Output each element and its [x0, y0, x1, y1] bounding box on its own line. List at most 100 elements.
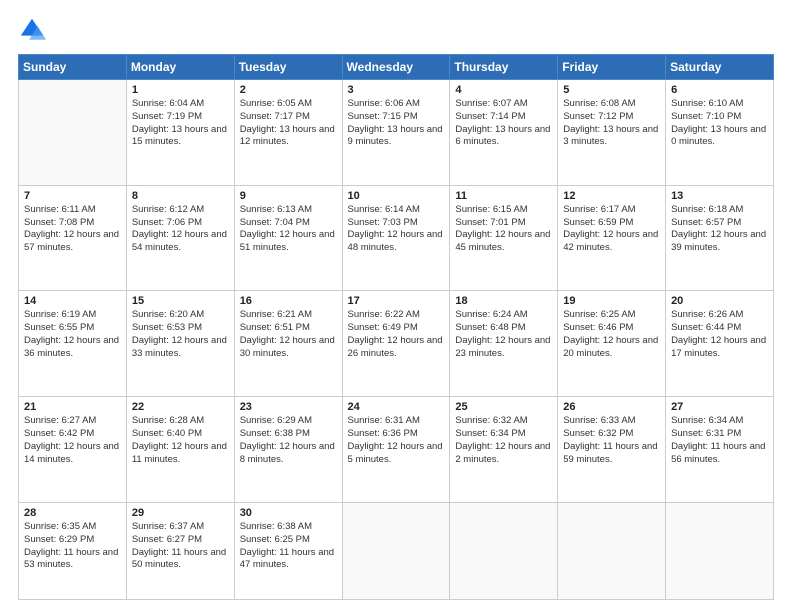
- calendar-cell: 25 Sunrise: 6:32 AM Sunset: 6:34 PM Dayli…: [450, 397, 558, 503]
- calendar-cell: 20 Sunrise: 6:26 AM Sunset: 6:44 PM Dayli…: [666, 291, 774, 397]
- col-tuesday: Tuesday: [234, 55, 342, 80]
- day-info: Sunrise: 6:37 AM Sunset: 6:27 PM Dayligh…: [132, 521, 229, 572]
- calendar-cell: 13Sunrise: 6:18 AM Sunset: 6:57 PM Dayli…: [666, 185, 774, 291]
- day-number: 24: [348, 401, 445, 413]
- header: [18, 16, 774, 44]
- calendar-cell: 18Sunrise: 6:24 AM Sunset: 6:48 PM Dayli…: [450, 291, 558, 397]
- day-number: 5: [563, 84, 660, 96]
- day-info: Sunrise: 6:22 AM Sunset: 6:49 PM Dayligh…: [348, 309, 445, 360]
- calendar-cell: 24Sunrise: 6:31 AM Sunset: 6:36 PM Dayli…: [342, 397, 450, 503]
- calendar-cell: 21 Sunrise: 6:27 AM Sunset: 6:42 PM Dayli…: [19, 397, 127, 503]
- calendar-cell: 26Sunrise: 6:33 AM Sunset: 6:32 PM Dayli…: [558, 397, 666, 503]
- day-number: 14: [24, 295, 121, 307]
- day-number: 15: [132, 295, 229, 307]
- day-info: Sunrise: 6:32 AM Sunset: 6:34 PM Dayligh…: [455, 415, 552, 466]
- day-number: 23: [240, 401, 337, 413]
- calendar-week-row: 14 Sunrise: 6:19 AM Sunset: 6:55 PM Dayli…: [19, 291, 774, 397]
- day-info: Sunrise: 6:27 AM Sunset: 6:42 PM Dayligh…: [24, 415, 121, 466]
- day-info: Sunrise: 6:10 AM Sunset: 7:10 PM Dayligh…: [671, 98, 768, 149]
- day-number: 29: [132, 507, 229, 519]
- calendar-cell: 28 Sunrise: 6:35 AM Sunset: 6:29 PM Dayli…: [19, 502, 127, 599]
- day-number: 6: [671, 84, 768, 96]
- calendar-header-row: Sunday Monday Tuesday Wednesday Thursday…: [19, 55, 774, 80]
- day-number: 26: [563, 401, 660, 413]
- calendar-cell: 14 Sunrise: 6:19 AM Sunset: 6:55 PM Dayli…: [19, 291, 127, 397]
- calendar-cell: [342, 502, 450, 599]
- day-number: 16: [240, 295, 337, 307]
- day-info: Sunrise: 6:04 AM Sunset: 7:19 PM Dayligh…: [132, 98, 229, 149]
- day-number: 17: [348, 295, 445, 307]
- day-info: Sunrise: 6:17 AM Sunset: 6:59 PM Dayligh…: [563, 204, 660, 255]
- day-number: 19: [563, 295, 660, 307]
- logo: [18, 16, 50, 44]
- day-info: Sunrise: 6:12 AM Sunset: 7:06 PM Dayligh…: [132, 204, 229, 255]
- calendar-cell: 9Sunrise: 6:13 AM Sunset: 7:04 PM Daylig…: [234, 185, 342, 291]
- day-info: Sunrise: 6:21 AM Sunset: 6:51 PM Dayligh…: [240, 309, 337, 360]
- calendar-cell: 23 Sunrise: 6:29 AM Sunset: 6:38 PM Dayli…: [234, 397, 342, 503]
- col-friday: Friday: [558, 55, 666, 80]
- day-number: 3: [348, 84, 445, 96]
- calendar-cell: 12 Sunrise: 6:17 AM Sunset: 6:59 PM Dayli…: [558, 185, 666, 291]
- col-thursday: Thursday: [450, 55, 558, 80]
- calendar-week-row: 21 Sunrise: 6:27 AM Sunset: 6:42 PM Dayli…: [19, 397, 774, 503]
- calendar-week-row: 1 Sunrise: 6:04 AM Sunset: 7:19 PM Daylig…: [19, 80, 774, 186]
- day-info: Sunrise: 6:38 AM Sunset: 6:25 PM Dayligh…: [240, 521, 337, 572]
- calendar-table: Sunday Monday Tuesday Wednesday Thursday…: [18, 54, 774, 600]
- day-info: Sunrise: 6:11 AM Sunset: 7:08 PM Dayligh…: [24, 204, 121, 255]
- day-info: Sunrise: 6:29 AM Sunset: 6:38 PM Dayligh…: [240, 415, 337, 466]
- day-number: 22: [132, 401, 229, 413]
- day-number: 4: [455, 84, 552, 96]
- day-info: Sunrise: 6:15 AM Sunset: 7:01 PM Dayligh…: [455, 204, 552, 255]
- col-monday: Monday: [126, 55, 234, 80]
- day-number: 8: [132, 190, 229, 202]
- day-info: Sunrise: 6:07 AM Sunset: 7:14 PM Dayligh…: [455, 98, 552, 149]
- calendar-cell: [19, 80, 127, 186]
- day-number: 2: [240, 84, 337, 96]
- calendar-cell: 2Sunrise: 6:05 AM Sunset: 7:17 PM Daylig…: [234, 80, 342, 186]
- col-sunday: Sunday: [19, 55, 127, 80]
- day-number: 1: [132, 84, 229, 96]
- calendar-cell: 30 Sunrise: 6:38 AM Sunset: 6:25 PM Dayli…: [234, 502, 342, 599]
- day-number: 7: [24, 190, 121, 202]
- day-info: Sunrise: 6:13 AM Sunset: 7:04 PM Dayligh…: [240, 204, 337, 255]
- calendar-cell: [558, 502, 666, 599]
- day-number: 13: [671, 190, 768, 202]
- day-info: Sunrise: 6:28 AM Sunset: 6:40 PM Dayligh…: [132, 415, 229, 466]
- day-info: Sunrise: 6:26 AM Sunset: 6:44 PM Dayligh…: [671, 309, 768, 360]
- calendar-week-row: 28 Sunrise: 6:35 AM Sunset: 6:29 PM Dayli…: [19, 502, 774, 599]
- calendar-cell: 16 Sunrise: 6:21 AM Sunset: 6:51 PM Dayli…: [234, 291, 342, 397]
- day-number: 28: [24, 507, 121, 519]
- calendar-cell: 1 Sunrise: 6:04 AM Sunset: 7:19 PM Daylig…: [126, 80, 234, 186]
- calendar-cell: 15 Sunrise: 6:20 AM Sunset: 6:53 PM Dayli…: [126, 291, 234, 397]
- calendar-cell: 7 Sunrise: 6:11 AM Sunset: 7:08 PM Daylig…: [19, 185, 127, 291]
- calendar-cell: 10Sunrise: 6:14 AM Sunset: 7:03 PM Dayli…: [342, 185, 450, 291]
- calendar-cell: 22 Sunrise: 6:28 AM Sunset: 6:40 PM Dayli…: [126, 397, 234, 503]
- calendar-cell: 27Sunrise: 6:34 AM Sunset: 6:31 PM Dayli…: [666, 397, 774, 503]
- calendar-cell: 4 Sunrise: 6:07 AM Sunset: 7:14 PM Daylig…: [450, 80, 558, 186]
- day-number: 30: [240, 507, 337, 519]
- calendar-cell: 5 Sunrise: 6:08 AM Sunset: 7:12 PM Daylig…: [558, 80, 666, 186]
- day-info: Sunrise: 6:20 AM Sunset: 6:53 PM Dayligh…: [132, 309, 229, 360]
- calendar-cell: 3 Sunrise: 6:06 AM Sunset: 7:15 PM Daylig…: [342, 80, 450, 186]
- calendar-cell: [666, 502, 774, 599]
- calendar-week-row: 7 Sunrise: 6:11 AM Sunset: 7:08 PM Daylig…: [19, 185, 774, 291]
- logo-icon: [18, 16, 46, 44]
- day-info: Sunrise: 6:06 AM Sunset: 7:15 PM Dayligh…: [348, 98, 445, 149]
- day-info: Sunrise: 6:35 AM Sunset: 6:29 PM Dayligh…: [24, 521, 121, 572]
- calendar-cell: 11Sunrise: 6:15 AM Sunset: 7:01 PM Dayli…: [450, 185, 558, 291]
- day-info: Sunrise: 6:24 AM Sunset: 6:48 PM Dayligh…: [455, 309, 552, 360]
- calendar-cell: 17 Sunrise: 6:22 AM Sunset: 6:49 PM Dayli…: [342, 291, 450, 397]
- day-number: 21: [24, 401, 121, 413]
- day-info: Sunrise: 6:14 AM Sunset: 7:03 PM Dayligh…: [348, 204, 445, 255]
- day-number: 27: [671, 401, 768, 413]
- calendar-cell: 8 Sunrise: 6:12 AM Sunset: 7:06 PM Daylig…: [126, 185, 234, 291]
- day-number: 25: [455, 401, 552, 413]
- day-info: Sunrise: 6:08 AM Sunset: 7:12 PM Dayligh…: [563, 98, 660, 149]
- calendar-cell: 19Sunrise: 6:25 AM Sunset: 6:46 PM Dayli…: [558, 291, 666, 397]
- calendar-cell: 29 Sunrise: 6:37 AM Sunset: 6:27 PM Dayli…: [126, 502, 234, 599]
- day-number: 12: [563, 190, 660, 202]
- day-number: 20: [671, 295, 768, 307]
- col-wednesday: Wednesday: [342, 55, 450, 80]
- col-saturday: Saturday: [666, 55, 774, 80]
- day-info: Sunrise: 6:19 AM Sunset: 6:55 PM Dayligh…: [24, 309, 121, 360]
